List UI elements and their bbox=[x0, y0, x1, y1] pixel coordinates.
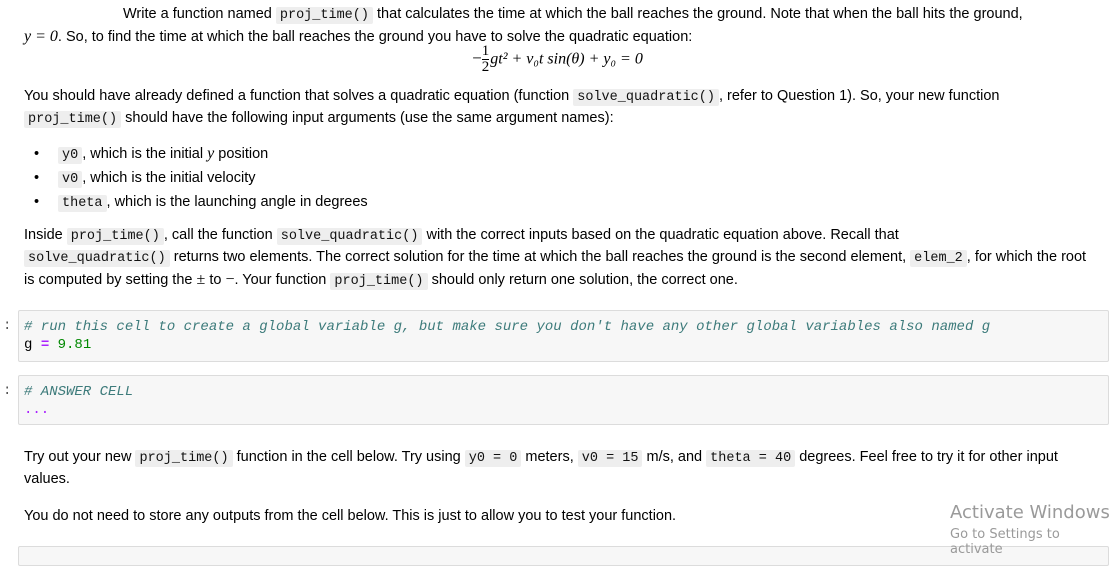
code-cell-test[interactable] bbox=[18, 546, 1109, 566]
inline-code: proj_time() bbox=[135, 450, 233, 467]
text: should only return one solution, the cor… bbox=[431, 272, 738, 288]
inline-code: solve_quadratic() bbox=[573, 89, 719, 106]
paragraph-note: You do not need to store any outputs fro… bbox=[24, 506, 1095, 527]
intro-text: Write a function named bbox=[123, 6, 272, 22]
inline-code: theta = 40 bbox=[706, 450, 796, 467]
paragraph-prereq: You should have already defined a functi… bbox=[24, 86, 1095, 130]
text: should have the following input argument… bbox=[125, 110, 614, 126]
text: You do not need to store any outputs fro… bbox=[24, 508, 677, 524]
text: , refer to Question 1). So, your new fun… bbox=[718, 88, 1000, 104]
eq-frac-num: 1 bbox=[481, 43, 490, 60]
activate-windows-subtitle: Go to Settings to activate bbox=[950, 527, 1060, 557]
eq-minus: − bbox=[472, 48, 482, 68]
text: , call the function bbox=[163, 227, 273, 243]
text: , which is the initial bbox=[82, 146, 208, 162]
intro-text: . So, to find the time at which the ball… bbox=[57, 29, 693, 45]
text: meters, bbox=[525, 449, 574, 465]
text: , which is the launching angle in degree… bbox=[106, 194, 368, 210]
code-operator: = bbox=[40, 337, 50, 353]
inline-code: v0 bbox=[58, 171, 83, 188]
text: returns two elements. The correct soluti… bbox=[173, 249, 907, 265]
argument-list: y0, which is the initial y position v0, … bbox=[24, 143, 368, 215]
inline-code: y0 bbox=[58, 147, 83, 164]
eq-fraction: 12 bbox=[481, 43, 490, 75]
eq-body: gt² + v₀t sin(θ) + y₀ = 0 bbox=[490, 50, 643, 68]
paragraph-try-out: Try out your new proj_time() function in… bbox=[24, 447, 1095, 490]
list-item: y0, which is the initial y position bbox=[34, 143, 368, 167]
activate-windows-title: Activate Windows bbox=[950, 502, 1110, 523]
text: position bbox=[214, 146, 269, 162]
inline-code: theta bbox=[58, 195, 107, 212]
text: Inside bbox=[24, 227, 63, 243]
inline-code: elem_2 bbox=[910, 250, 967, 267]
eq-frac-den: 2 bbox=[481, 59, 490, 75]
code-cell-global-g[interactable]: # run this cell to create a global varia… bbox=[18, 310, 1109, 362]
code-var: g bbox=[24, 337, 33, 353]
list-item: theta, which is the launching angle in d… bbox=[34, 191, 368, 215]
code-comment: # run this cell to create a global varia… bbox=[24, 319, 991, 335]
quadratic-equation: −1 2 gt² + v₀t sin(θ) + y₀ = 0 bbox=[0, 44, 1115, 84]
code-cell-answer[interactable]: # ANSWER CELL ... bbox=[18, 375, 1109, 425]
inline-code: solve_quadratic() bbox=[276, 228, 423, 245]
plus-minus-symbol: ± bbox=[196, 271, 206, 288]
text: with the correct inputs based on the qua… bbox=[426, 227, 899, 243]
cell-prompt: : bbox=[3, 318, 12, 334]
inline-code: proj_time() bbox=[275, 7, 373, 24]
inline-code: proj_time() bbox=[24, 111, 122, 128]
text: m/s, and bbox=[646, 449, 703, 465]
text: to bbox=[209, 272, 222, 288]
inline-code: v0 = 15 bbox=[577, 450, 643, 467]
inline-code: solve_quadratic() bbox=[24, 250, 170, 267]
text: function in the cell below. Try using bbox=[236, 449, 461, 465]
text: You should have already defined a functi… bbox=[24, 88, 570, 104]
inline-code: proj_time() bbox=[330, 273, 428, 290]
inline-code: y0 = 0 bbox=[464, 450, 522, 467]
paragraph-instructions: Inside proj_time(), call the function so… bbox=[24, 225, 1095, 292]
list-item: v0, which is the initial velocity bbox=[34, 167, 368, 191]
text: , which is the initial velocity bbox=[82, 170, 256, 186]
code-number: 9.81 bbox=[57, 337, 92, 353]
math-y-equals-0: y = 0 bbox=[24, 28, 58, 45]
inline-code: proj_time() bbox=[66, 228, 164, 245]
text: Try out your new bbox=[24, 449, 132, 465]
intro-paragraph: Write a function named proj_time() that … bbox=[24, 4, 1095, 48]
intro-text: that calculates the time at which the ba… bbox=[377, 6, 1023, 22]
text: . Your function bbox=[234, 272, 327, 288]
code-ellipsis: ... bbox=[24, 402, 50, 418]
code-comment: # ANSWER CELL bbox=[24, 384, 134, 400]
cell-prompt: : bbox=[3, 383, 12, 399]
